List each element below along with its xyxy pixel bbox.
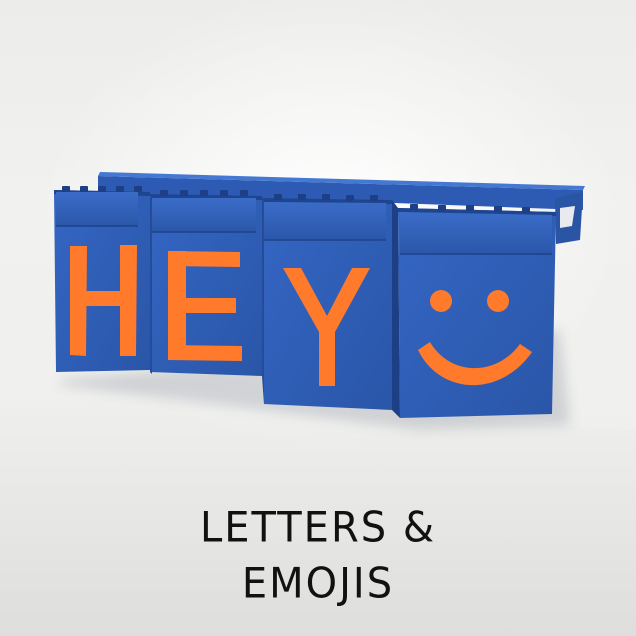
tile-smiley [398, 204, 556, 418]
caption-line-1: LETTERS & [199, 503, 437, 553]
tile-h [54, 186, 150, 372]
tile-e [150, 190, 262, 376]
tile-y [262, 194, 392, 410]
caption: LETTERS & EMOJIS [0, 500, 636, 612]
tile-edge [150, 194, 152, 374]
product-photo: LETTERS & EMOJIS [0, 0, 636, 636]
tile-edge [262, 196, 264, 404]
caption-line-2: EMOJIS [241, 559, 395, 609]
